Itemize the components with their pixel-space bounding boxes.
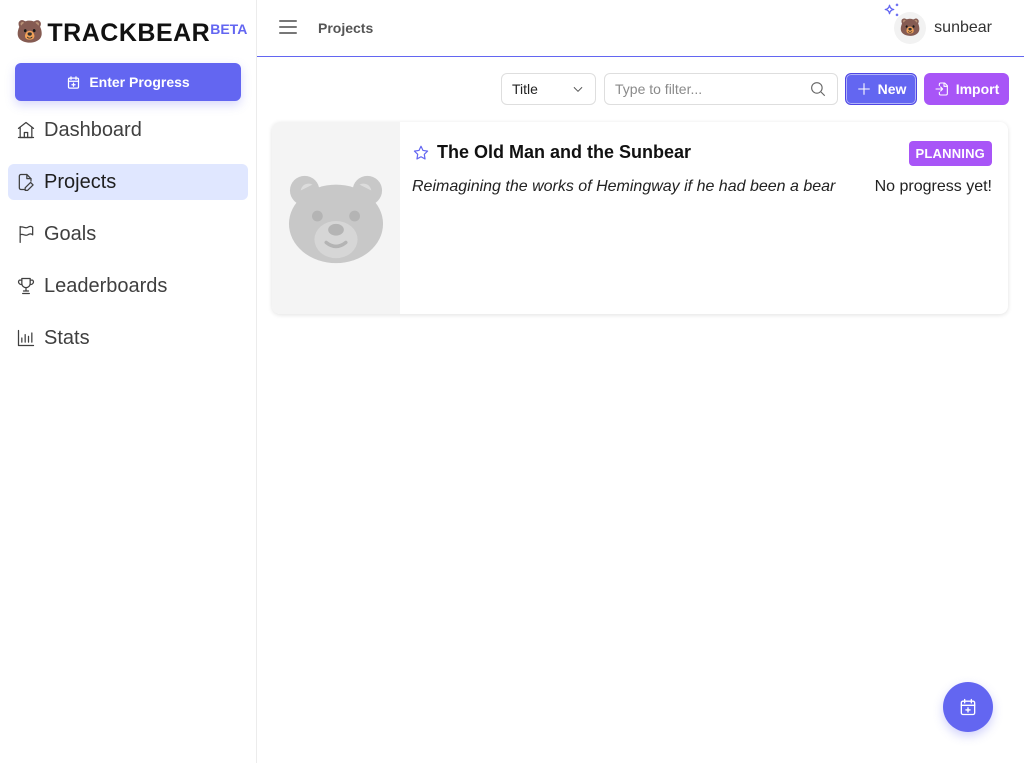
status-badge: PLANNING	[908, 141, 992, 166]
quick-add-progress-button[interactable]	[943, 682, 993, 732]
import-label: Import	[955, 81, 1000, 97]
plus-icon	[857, 83, 870, 95]
sparkles-icon	[884, 3, 899, 17]
calendar-plus-icon	[960, 698, 976, 716]
filter-field[interactable]	[604, 73, 838, 105]
sidebar-item-label: Stats	[44, 326, 90, 349]
search-icon	[811, 82, 826, 97]
enter-progress-label: Enter Progress	[89, 74, 190, 90]
beta-badge: BETA	[210, 21, 248, 37]
app-logo[interactable]: 🐻 TRACKBEAR BETA	[16, 18, 247, 48]
sidebar-item-label: Dashboard	[44, 118, 142, 141]
bear-placeholder-icon	[288, 175, 384, 264]
project-card[interactable]: The Old Man and the Sunbear Reimagining …	[272, 122, 1008, 314]
hamburger-menu-icon[interactable]	[279, 20, 297, 36]
sidebar-item-leaderboards[interactable]: Leaderboards	[8, 268, 248, 304]
sort-select[interactable]: Title	[501, 73, 596, 105]
sidebar-item-label: Projects	[44, 170, 117, 193]
filter-input[interactable]	[615, 81, 809, 97]
sidebar: 🐻 TRACKBEAR BETA Enter Progress Dashboar…	[0, 0, 257, 763]
star-icon[interactable]	[412, 144, 430, 162]
sidebar-item-stats[interactable]: Stats	[8, 320, 248, 356]
project-progress: No progress yet!	[874, 178, 992, 195]
calendar-plus-icon	[68, 75, 80, 89]
sidebar-item-goals[interactable]: Goals	[8, 216, 248, 252]
user-menu[interactable]: 🐻 sunbear	[884, 3, 992, 44]
app-name: TRACKBEAR	[47, 19, 211, 47]
home-icon	[17, 121, 35, 139]
sidebar-item-dashboard[interactable]: Dashboard	[8, 112, 248, 148]
flag-icon	[19, 225, 34, 243]
enter-progress-button[interactable]: Enter Progress	[15, 63, 241, 101]
bear-logo-icon: 🐻	[16, 20, 44, 45]
sidebar-item-projects[interactable]: Projects	[8, 164, 248, 200]
file-import-icon	[935, 82, 948, 96]
project-title-row: The Old Man and the Sunbear	[412, 142, 992, 163]
top-bar: Projects 🐻 sunbear	[257, 0, 1024, 57]
project-cover	[272, 122, 400, 314]
avatar-emoji: 🐻	[899, 18, 921, 38]
sidebar-item-label: Goals	[44, 222, 97, 245]
bar-chart-icon	[17, 329, 35, 347]
username: sunbear	[934, 19, 992, 36]
sidebar-item-label: Leaderboards	[44, 274, 168, 297]
trophy-icon	[17, 277, 35, 295]
import-button[interactable]: Import	[924, 73, 1009, 105]
new-project-button[interactable]: New	[845, 73, 917, 105]
sort-select-value: Title	[512, 81, 538, 97]
project-title[interactable]: The Old Man and the Sunbear	[437, 142, 691, 163]
file-pencil-icon	[18, 173, 34, 191]
avatar[interactable]: 🐻	[884, 3, 927, 44]
new-label: New	[877, 81, 907, 97]
breadcrumb: Projects	[318, 20, 374, 36]
sidebar-nav: Dashboard Projects Goals Leaderboards St…	[8, 112, 248, 372]
chevron-down-icon	[573, 86, 583, 92]
